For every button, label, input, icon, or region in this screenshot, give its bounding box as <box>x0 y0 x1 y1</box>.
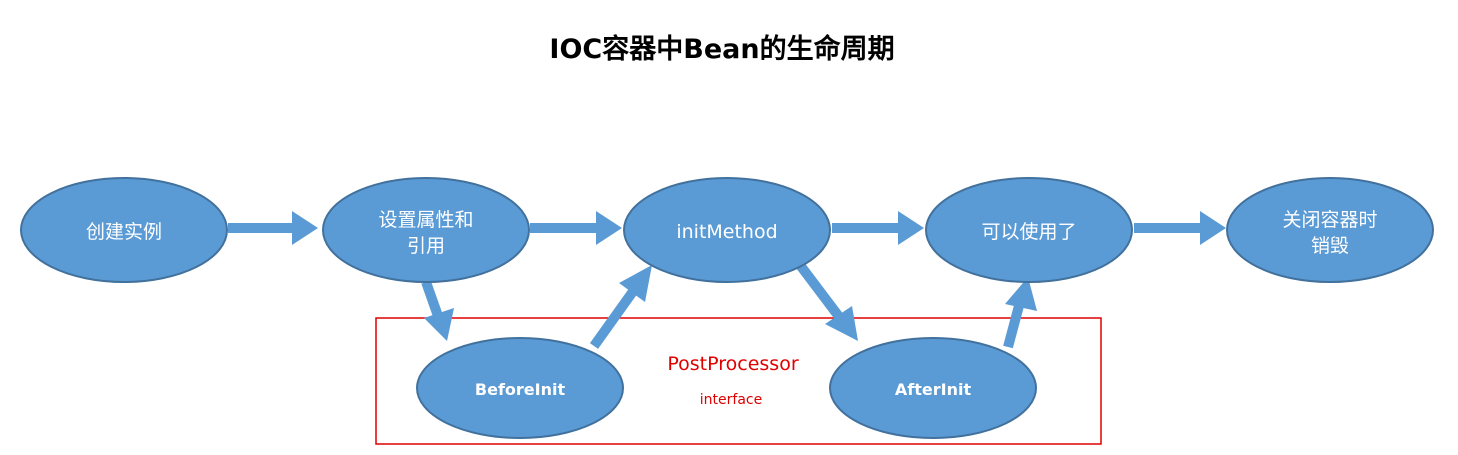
node-before-init: BeforeInit <box>416 337 624 439</box>
arrow-after-init-to-usable <box>1003 277 1037 349</box>
arrow-set-props-to-init-method <box>530 211 622 245</box>
node-set-properties: 设置属性和 引用 <box>322 177 530 283</box>
node-init-method-label: initMethod <box>676 221 777 243</box>
diagram-title: IOC容器中Bean的生命周期 <box>549 33 894 65</box>
node-after-init-label: AfterInit <box>895 380 972 399</box>
node-usable: 可以使用了 <box>925 177 1133 283</box>
arrow-set-props-to-before-init <box>421 280 454 341</box>
arrow-create-to-set-props <box>228 211 318 245</box>
postprocessor-sublabel: interface <box>700 392 762 408</box>
postprocessor-label: PostProcessor <box>667 353 798 375</box>
node-usable-label: 可以使用了 <box>981 221 1076 243</box>
node-create-instance-label: 创建实例 <box>86 221 162 243</box>
node-destroy-label-line1: 关闭容器时 <box>1282 209 1377 231</box>
arrow-before-init-to-init-method <box>589 265 652 349</box>
arrow-usable-to-destroy <box>1134 211 1226 245</box>
node-init-method: initMethod <box>623 177 831 283</box>
bean-lifecycle-diagram: IOC容器中Bean的生命周期 PostProcessor interface <box>20 33 1434 445</box>
node-destroy-label-line2: 销毁 <box>1311 235 1349 257</box>
node-before-init-label: BeforeInit <box>475 380 566 399</box>
node-after-init: AfterInit <box>829 337 1037 439</box>
node-set-properties-label-line2: 引用 <box>407 235 445 257</box>
arrow-init-method-to-usable <box>832 211 924 245</box>
node-destroy: 关闭容器时 销毁 <box>1226 177 1434 283</box>
node-set-properties-label-line1: 设置属性和 <box>378 209 473 231</box>
arrow-init-method-to-after-init <box>796 261 858 341</box>
node-create-instance: 创建实例 <box>20 177 228 283</box>
